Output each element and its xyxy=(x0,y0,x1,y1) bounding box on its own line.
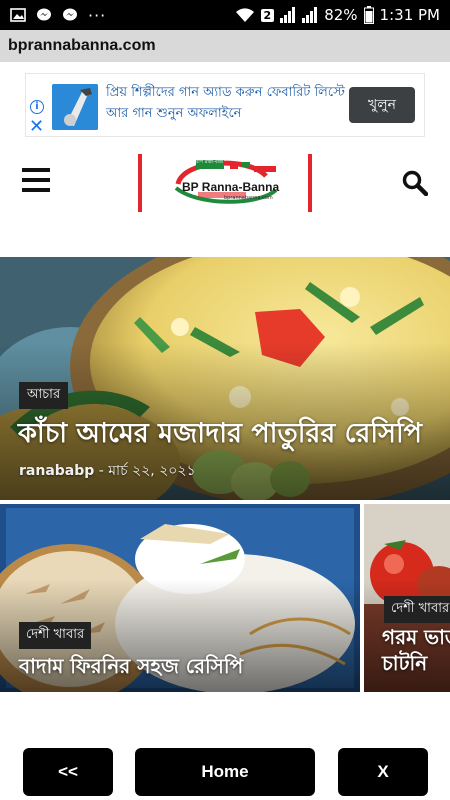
logo-text: BP Ranna-Banna xyxy=(182,180,280,194)
clock: 1:31 PM xyxy=(379,6,440,24)
ad-app-icon xyxy=(52,84,98,130)
status-bar: ··· 2 82% 1:31 PM xyxy=(0,0,450,30)
signal-icon-2 xyxy=(302,7,318,23)
ad-open-button[interactable]: খুলুন xyxy=(349,87,415,123)
featured-post-title[interactable]: কাঁচা আমের মজাদার পাতুরির রেসিপি xyxy=(18,413,422,458)
messenger-icon xyxy=(37,8,51,21)
more-notifications-icon: ··· xyxy=(88,5,107,25)
sim-badge: 2 xyxy=(260,8,275,22)
featured-post-meta: ranababp - মার্চ ২২, ২০২১ xyxy=(19,459,196,483)
featured-post-date: মার্চ ২২, ২০২১ xyxy=(108,463,196,479)
featured-post[interactable]: আচার কাঁচা আমের মজাদার পাতুরির রেসিপি ra… xyxy=(0,257,450,500)
site-logo[interactable]: বিপি রান্না-বান্না BP Ranna-Banna bprann… xyxy=(138,154,314,212)
battery-percent: 82% xyxy=(324,6,358,24)
post-card-2-title[interactable]: গরম ভাত চাটনি xyxy=(382,624,450,676)
featured-post-author[interactable]: ranababp xyxy=(19,463,94,479)
home-button[interactable]: Home xyxy=(135,748,315,796)
post-card[interactable]: দেশী খাবার বাদাম ফিরনির সহজ রেসিপি xyxy=(0,504,360,692)
site-header: বিপি রান্না-বান্না BP Ranna-Banna bprann… xyxy=(0,148,450,218)
signal-icon xyxy=(280,7,296,23)
back-button[interactable]: << xyxy=(23,748,113,796)
ad-text: প্রিয় শিল্পীদের গান অ্যাড করুন ফেবারিট … xyxy=(106,85,345,121)
post-card-2[interactable]: দেশী খাবার গরম ভাত চাটনি xyxy=(364,504,450,692)
logo-tag: বিপি রান্না-বান্না xyxy=(194,159,224,165)
meta-separator: - xyxy=(98,463,104,479)
wifi-icon xyxy=(235,8,254,22)
ad-banner[interactable]: i ✕ প্রিয় শিল্পীদের গান অ্যাড করুন ফেবা… xyxy=(25,73,425,137)
logo-url: bprannabanna.com xyxy=(224,195,273,201)
address-bar[interactable]: bprannabanna.com xyxy=(0,30,450,62)
search-icon[interactable] xyxy=(402,170,428,196)
post-card-2-category[interactable]: দেশী খাবার xyxy=(384,596,450,623)
gallery-icon xyxy=(10,8,26,22)
url-text[interactable]: bprannabanna.com xyxy=(8,37,156,55)
battery-icon xyxy=(363,6,374,24)
messenger-icon-2 xyxy=(63,8,77,21)
menu-icon[interactable] xyxy=(22,168,50,192)
featured-post-category[interactable]: আচার xyxy=(19,382,69,409)
ad-close-icon[interactable]: ✕ xyxy=(29,116,44,137)
post-card-title[interactable]: বাদাম ফিরনির সহজ রেসিপি xyxy=(19,652,243,685)
post-card-category[interactable]: দেশী খাবার xyxy=(19,622,92,649)
ad-info-icon[interactable]: i xyxy=(30,100,44,114)
close-button[interactable]: X xyxy=(338,748,428,796)
